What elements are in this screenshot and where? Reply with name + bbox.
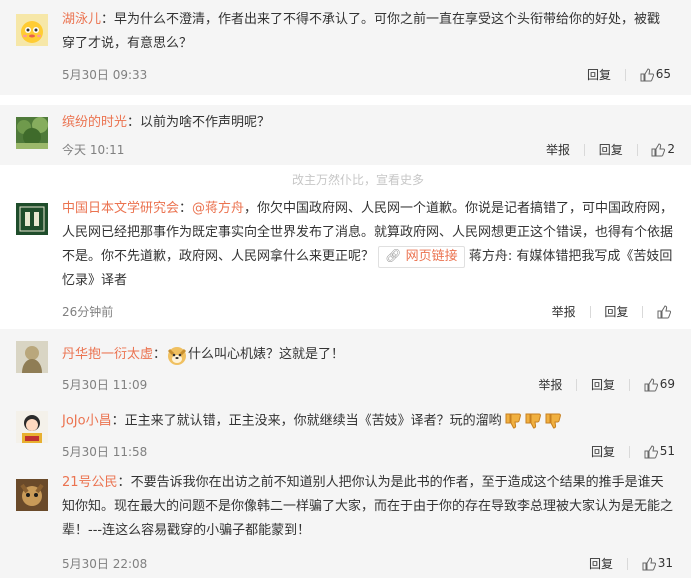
comment-block: 改主万然仆比，宣看史多 中国日本文学研究会：@蒋方舟，你欠中国政府网、人民网一个… bbox=[0, 173, 691, 323]
comment-text: 湖泳儿：早为什么不澄清，作者出来了不得不承认了。可你之前一直在享受这个头衔带给你… bbox=[62, 12, 661, 51]
comment-actions: 举报 回复 69 bbox=[538, 376, 675, 393]
like-count: 65 bbox=[655, 67, 671, 82]
divider bbox=[576, 378, 578, 391]
thumbs-down-emoji bbox=[504, 409, 564, 433]
comment-body: 正主来了就认错，正主没来，你就继续当《苦妓》译者？玩的溜哟 bbox=[124, 413, 502, 429]
web-link-button[interactable]: 🔗︎ 网页链接 bbox=[378, 246, 465, 268]
comment-text: 丹华抱一衍太虚： 什么叫心机婊？这就是了！ bbox=[62, 343, 662, 367]
avatar[interactable] bbox=[16, 14, 48, 46]
avatar[interactable] bbox=[16, 411, 48, 443]
comment-block: 丹华抱一衍太虚： 什么叫心机婊？这就是了！ 5月30日 11:09 举报 回复 6… bbox=[0, 329, 691, 397]
comment-actions: 举报 回复 bbox=[552, 303, 673, 320]
like-button[interactable] bbox=[657, 304, 673, 319]
reply-button[interactable]: 回复 bbox=[591, 376, 615, 393]
comment-block: 缤纷的时光：以前为啥不作声明呢？ 今天 10:11 举报 回复 2 bbox=[0, 105, 691, 165]
avatar[interactable] bbox=[16, 117, 48, 149]
mention-link[interactable]: @蒋方舟 bbox=[192, 201, 244, 216]
comment-actions: 回复 65 bbox=[587, 66, 671, 83]
username-link[interactable]: JoJo小昌 bbox=[62, 414, 112, 429]
timestamp: 5月30日 11:09 bbox=[62, 378, 148, 392]
reply-button[interactable]: 回复 bbox=[589, 555, 613, 572]
divider bbox=[626, 557, 628, 570]
comment-block: 湖泳儿：早为什么不澄清，作者出来了不得不承认了。可你之前一直在享受这个头衔带给你… bbox=[0, 0, 691, 95]
avatar[interactable] bbox=[16, 203, 48, 235]
like-count: 51 bbox=[659, 444, 675, 459]
like-button[interactable]: 69 bbox=[644, 377, 675, 392]
separator bbox=[0, 95, 691, 105]
like-button[interactable]: 65 bbox=[640, 67, 671, 82]
timestamp: 5月30日 22:08 bbox=[62, 557, 148, 571]
reply-button[interactable]: 回复 bbox=[587, 66, 611, 83]
report-button[interactable]: 举报 bbox=[538, 376, 562, 393]
report-button[interactable]: 举报 bbox=[552, 303, 576, 320]
like-count: 31 bbox=[657, 556, 673, 571]
reply-button[interactable]: 回复 bbox=[599, 141, 623, 158]
comment-actions: 回复 31 bbox=[589, 555, 673, 572]
comment-actions: 举报 回复 2 bbox=[546, 141, 675, 158]
timestamp: 5月30日 11:58 bbox=[62, 445, 148, 459]
divider bbox=[589, 305, 591, 318]
avatar[interactable] bbox=[16, 479, 48, 511]
like-button[interactable]: 31 bbox=[642, 556, 673, 571]
ghost-overlay-text: 改主万然仆比，宣看史多 bbox=[292, 173, 425, 187]
like-count: 2 bbox=[667, 142, 675, 157]
comment-text: 21号公民：不要告诉我你在出访之前不知道别人把你认为是此书的作者，至于造成这个结… bbox=[62, 475, 674, 538]
comment-text: JoJo小昌：正主来了就认错，正主没来，你就继续当《苦妓》译者？玩的溜哟 bbox=[62, 409, 682, 434]
timestamp: 26分钟前 bbox=[62, 305, 114, 319]
like-button[interactable]: 2 bbox=[651, 142, 675, 157]
username-link[interactable]: 中国日本文学研究会 bbox=[62, 201, 179, 216]
comment-body: 以前为啥不作声明呢？ bbox=[140, 115, 271, 130]
thumb-up-icon bbox=[644, 445, 658, 459]
username-link[interactable]: 丹华抱一衍太虚 bbox=[62, 347, 153, 362]
reply-button[interactable]: 回复 bbox=[604, 303, 628, 320]
comment-text: 缤纷的时光：以前为啥不作声明呢？ bbox=[62, 115, 271, 130]
comment-block: 21号公民：不要告诉我你在出访之前不知道别人把你认为是此书的作者，至于造成这个结… bbox=[0, 465, 691, 578]
comment-text: 中国日本文学研究会：@蒋方舟，你欠中国政府网、人民网一个道歉。你说是记者搞错了，… bbox=[62, 201, 674, 288]
thumb-up-icon bbox=[640, 68, 654, 82]
comment-block: JoJo小昌：正主来了就认错，正主没来，你就继续当《苦妓》译者？玩的溜哟 5月3… bbox=[0, 397, 691, 465]
reply-button[interactable]: 回复 bbox=[591, 443, 615, 460]
timestamp: 今天 10:11 bbox=[62, 143, 125, 157]
like-count: 69 bbox=[659, 377, 675, 392]
divider bbox=[583, 143, 585, 156]
username-link[interactable]: 21号公民 bbox=[62, 475, 118, 490]
comment-body: 什么叫心机婊？这就是了！ bbox=[188, 347, 345, 362]
like-button[interactable]: 51 bbox=[644, 444, 675, 459]
thumb-up-icon bbox=[651, 143, 666, 157]
timestamp: 5月30日 09:33 bbox=[62, 68, 148, 82]
thumb-up-icon bbox=[644, 378, 658, 392]
divider bbox=[636, 143, 638, 156]
comment-body: 早为什么不澄清，作者出来了不得不承认了。可你之前一直在享受这个头衔带给你的好处，… bbox=[62, 12, 661, 51]
thumb-up-icon bbox=[642, 557, 656, 571]
divider bbox=[624, 68, 626, 81]
avatar[interactable] bbox=[16, 341, 48, 373]
divider bbox=[628, 378, 630, 391]
thumb-up-icon bbox=[657, 305, 671, 319]
report-button[interactable]: 举报 bbox=[546, 141, 570, 158]
divider bbox=[628, 445, 630, 458]
comment-actions: 回复 51 bbox=[591, 443, 675, 460]
doge-emoji bbox=[167, 346, 187, 365]
divider bbox=[642, 305, 644, 318]
username-link[interactable]: 缤纷的时光 bbox=[62, 115, 127, 130]
chain-link-icon: 🔗︎ bbox=[385, 249, 402, 264]
comment-body: 不要告诉我你在出访之前不知道别人把你认为是此书的作者，至于造成这个结果的推手是谁… bbox=[62, 475, 674, 538]
username-link[interactable]: 湖泳儿 bbox=[62, 12, 101, 27]
